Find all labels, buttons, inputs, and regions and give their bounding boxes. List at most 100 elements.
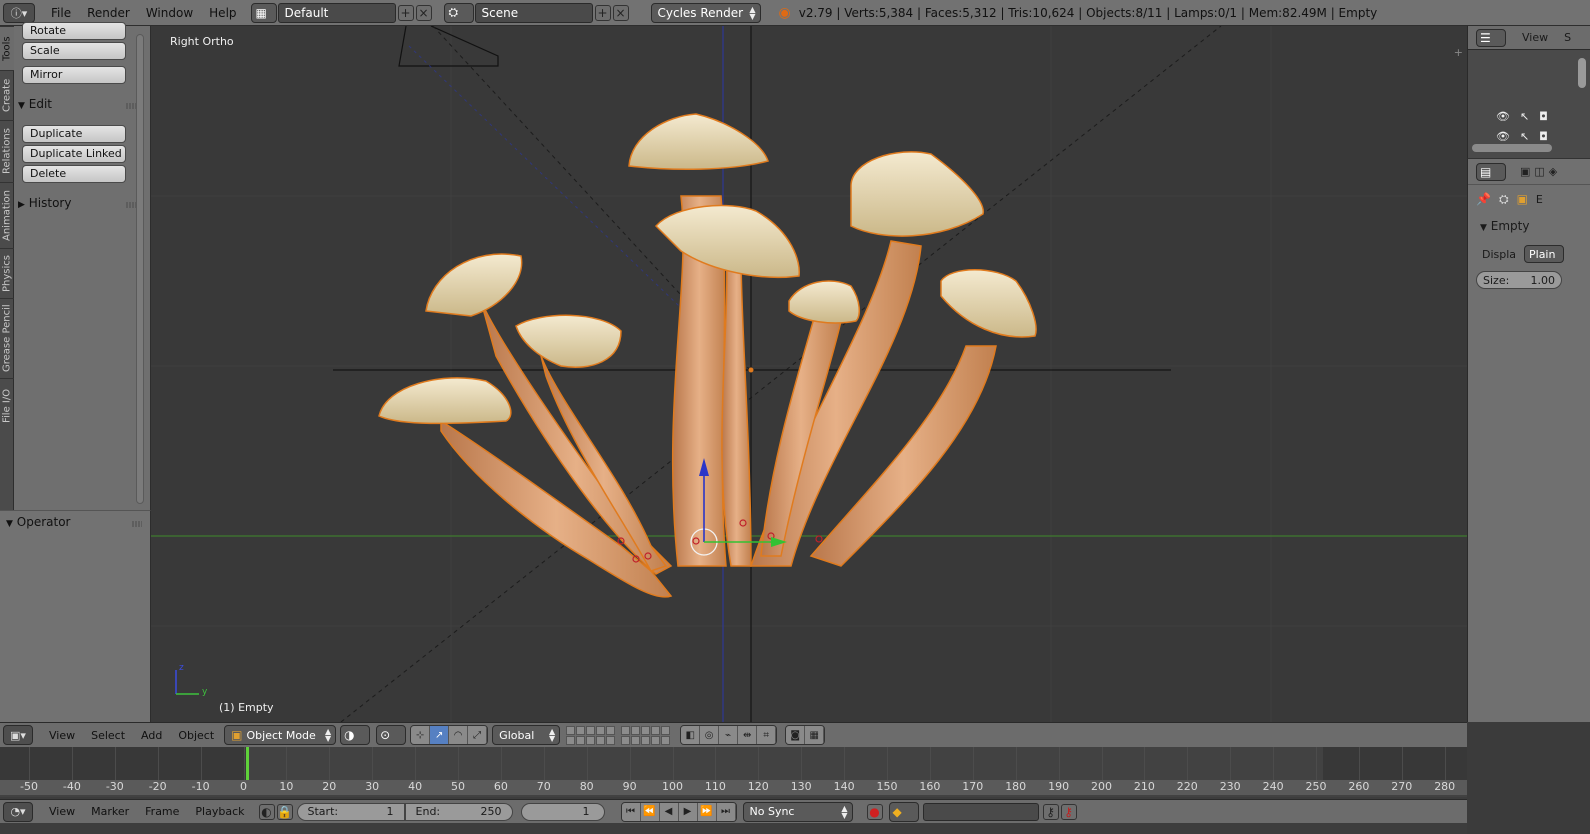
menu-help[interactable]: Help [201, 6, 244, 20]
keying-set-field[interactable] [922, 802, 1039, 821]
translate-manipulator-icon[interactable]: ↗ [430, 726, 450, 744]
scale-button[interactable]: Scale [22, 42, 126, 60]
layout-name-field[interactable]: Default [277, 2, 396, 23]
viewport-shading-dropdown[interactable]: ◑ [340, 725, 371, 745]
keying-set-icon[interactable]: ◆ [888, 801, 919, 822]
history-panel-header[interactable]: ▶ History [18, 196, 71, 210]
operator-panel-header[interactable]: ▼ Operator [6, 515, 70, 529]
properties-toggle-plus-icon[interactable]: + [1454, 46, 1463, 59]
jump-keyframe-back-icon[interactable]: ⏪ [640, 802, 660, 821]
mode-dropdown[interactable]: ▣ Object Mode ▲ ▼ [224, 725, 337, 745]
tab-create[interactable]: Create [0, 70, 14, 120]
tab-animation[interactable]: Animation [0, 182, 14, 248]
edit-panel-header[interactable]: ▼ Edit [18, 97, 52, 111]
scale-manipulator-icon[interactable]: ⤢ [468, 726, 488, 744]
lock-layers-icon[interactable]: ◧ [681, 726, 701, 744]
menu-add[interactable]: Add [133, 729, 170, 742]
opengl-render-animation-icon[interactable]: ▦ [805, 726, 825, 744]
timeline-menu-playback[interactable]: Playback [187, 805, 252, 818]
timeline-menu-frame[interactable]: Frame [137, 805, 187, 818]
screen-layout-icon[interactable]: ▦ [250, 2, 277, 23]
rotate-manipulator-icon[interactable]: ◠ [449, 726, 469, 744]
toolshelf-scrollbar[interactable] [136, 34, 144, 504]
duplicate-linked-button[interactable]: Duplicate Linked [22, 145, 126, 163]
start-frame-field[interactable]: Start: 1 [296, 802, 405, 821]
tab-grease-pencil[interactable]: Grease Pencil [0, 298, 14, 378]
collapse-triangle-icon: ▼ [18, 101, 25, 111]
panel-grip-icon[interactable] [126, 202, 136, 208]
scene-icon[interactable]: ⛭ [443, 2, 474, 23]
menu-view[interactable]: View [41, 729, 83, 742]
3d-viewport[interactable]: z y Right Ortho (1) Empty + [151, 26, 1467, 722]
playhead[interactable] [246, 747, 249, 780]
timeline-grid-line [844, 747, 846, 780]
manipulator-toggle-icon[interactable]: ⊹ [411, 726, 431, 744]
timeline-menu-view[interactable]: View [41, 805, 83, 818]
empty-panel-header[interactable]: ▼ Empty [1468, 219, 1590, 233]
timeline-editor[interactable]: -50 -40 -30 -20 -10 0 10 20 30 40 50 60 70 80 90 100 110… [0, 747, 1467, 797]
tab-tools[interactable]: Tools [0, 26, 14, 70]
outliner-row-icons[interactable]: 👁↖◘ [1496, 110, 1558, 123]
timeline-editor-icon[interactable]: ◔▾ [3, 801, 33, 822]
editor-type-info-icon[interactable]: ⓘ▾ [3, 2, 35, 23]
render-engine-dropdown[interactable]: Cycles Render ▲ ▼ [650, 2, 761, 23]
outliner: ☰ View S 👁↖◘ 👁↖◘ [1467, 26, 1590, 158]
insert-keyframe-icon[interactable]: ⚷ [1042, 803, 1059, 820]
panel-grip-icon[interactable] [126, 103, 136, 109]
pivot-point-dropdown[interactable]: ⊙ [376, 725, 407, 745]
opengl-render-image-icon[interactable]: ◙ [786, 726, 806, 744]
mirror-button[interactable]: Mirror [22, 66, 126, 84]
jump-keyframe-forward-icon[interactable]: ⏩ [697, 802, 717, 821]
timeline-menu-marker[interactable]: Marker [83, 805, 137, 818]
outliner-vscrollbar[interactable] [1578, 58, 1586, 88]
snap-icon[interactable]: ⌁ [719, 726, 739, 744]
delete-keyframe-icon[interactable]: ⚷ [1060, 803, 1077, 820]
panel-grip-icon[interactable] [132, 521, 142, 527]
jump-end-icon[interactable]: ⏭ [716, 802, 736, 821]
snap-target-icon[interactable]: ⌗ [757, 726, 777, 744]
outliner-row-icons[interactable]: 👁↖◘ [1496, 130, 1558, 143]
play-icon[interactable]: ▶ [678, 802, 698, 821]
sync-mode-dropdown[interactable]: No Sync ▲ ▼ [742, 801, 853, 822]
end-frame-field[interactable]: End: 250 [404, 802, 513, 821]
camera-object[interactable] [398, 26, 499, 67]
tab-physics[interactable]: Physics [0, 248, 14, 298]
remove-layout-icon[interactable]: × [415, 4, 432, 21]
layer-buttons-left[interactable] [566, 725, 616, 745]
delete-button[interactable]: Delete [22, 165, 126, 183]
display-type-dropdown[interactable]: Plain [1524, 245, 1564, 263]
size-number-field[interactable]: Size: 1.00 [1476, 271, 1562, 289]
menu-window[interactable]: Window [138, 6, 201, 20]
outliner-editor-icon[interactable]: ☰ [1476, 28, 1506, 47]
duplicate-button[interactable]: Duplicate [22, 125, 126, 143]
snap-element-icon[interactable]: ⇹ [738, 726, 758, 744]
properties-context-tabs-icon[interactable]: ▣◫◈ [1520, 165, 1561, 178]
proportional-edit-icon[interactable]: ◎ [700, 726, 720, 744]
current-frame-field[interactable]: 1 [520, 802, 605, 821]
play-reverse-icon[interactable]: ◀ [659, 802, 679, 821]
outliner-hscrollbar[interactable] [1472, 144, 1552, 152]
menu-render[interactable]: Render [79, 6, 138, 20]
preview-range-icon[interactable]: ◐ [258, 803, 275, 820]
pin-icon[interactable]: 📌 [1476, 192, 1491, 206]
lock-frame-icon[interactable]: 🔒 [276, 803, 293, 820]
properties-editor-icon[interactable]: ▤ [1476, 162, 1506, 181]
menu-select[interactable]: Select [83, 729, 133, 742]
menu-object[interactable]: Object [170, 729, 222, 742]
chevron-updown-icon: ▲ ▼ [841, 803, 848, 820]
rotate-button[interactable]: Rotate [22, 22, 126, 40]
outliner-view-menu[interactable]: View [1522, 31, 1548, 44]
record-icon[interactable]: ● [866, 803, 883, 820]
tab-file-io[interactable]: File I/O [0, 378, 14, 432]
jump-start-icon[interactable]: ⏮ [621, 802, 641, 821]
add-scene-icon[interactable]: + [594, 4, 611, 21]
layer-buttons-right[interactable] [621, 725, 671, 745]
remove-scene-icon[interactable]: × [612, 4, 629, 21]
scene-name-field[interactable]: Scene [474, 2, 593, 23]
3d-view-editor-icon[interactable]: ▣▾ [3, 725, 33, 745]
menu-file[interactable]: File [43, 6, 79, 20]
add-layout-icon[interactable]: + [397, 4, 414, 21]
tab-relations[interactable]: Relations [0, 120, 14, 182]
transform-orientation-dropdown[interactable]: Global ▲ ▼ [492, 725, 561, 745]
outliner-search-menu[interactable]: S [1564, 31, 1571, 44]
